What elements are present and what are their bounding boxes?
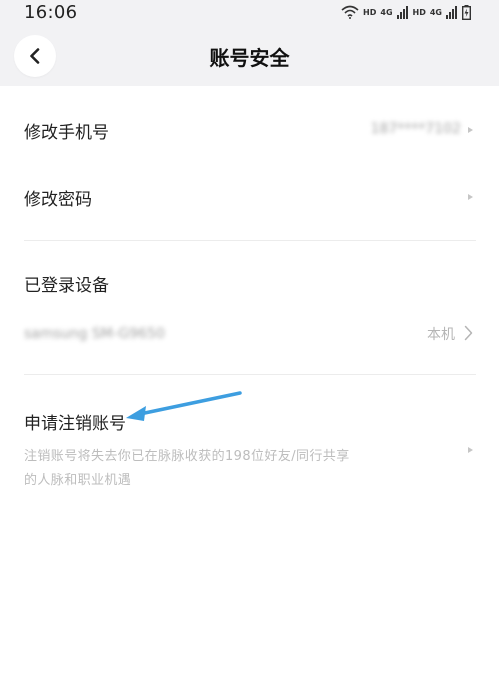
annotation-arrow-icon (126, 391, 242, 421)
